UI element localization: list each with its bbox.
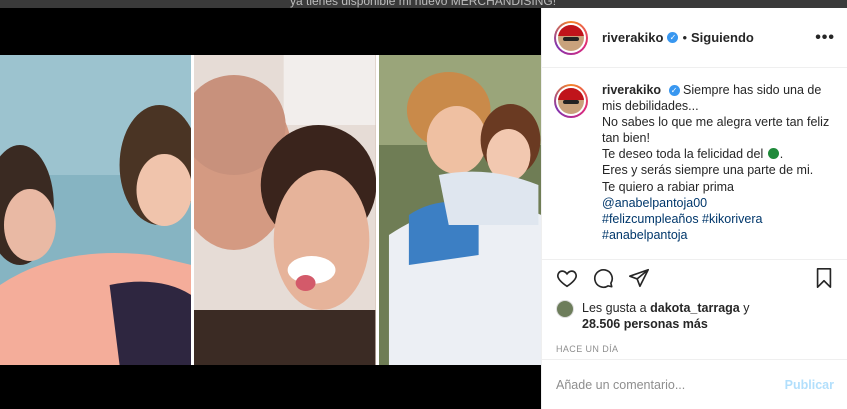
post-media: [0, 8, 541, 409]
caption-line-4: Eres y serás siempre una parte de mi.: [602, 163, 814, 178]
mention-link[interactable]: @anabelpantoja00: [602, 195, 830, 211]
post-header: riverakiko ✓ • Siguiendo •••: [542, 8, 847, 68]
author-username[interactable]: riverakiko: [602, 30, 663, 45]
caption-verified-badge-icon: ✓: [668, 85, 680, 96]
liker-avatar[interactable]: [556, 300, 574, 318]
post-timestamp[interactable]: HACE UN DÍA: [542, 332, 847, 354]
heart-icon[interactable]: [556, 267, 578, 294]
caption-line-2: No sabes lo que me alegra verte tan feli…: [602, 115, 830, 146]
likes-text: Les gusta a dakota_tarraga y 28.506 pers…: [582, 301, 750, 332]
photo-children-vintage: [0, 55, 192, 365]
hashtag-links-2[interactable]: #anabelpantoja: [602, 227, 830, 243]
photo-children-hug: [378, 55, 541, 365]
photo-adults-selfie: [194, 55, 376, 365]
verified-badge-icon: ✓: [667, 32, 679, 43]
caption-username[interactable]: riverakiko: [602, 83, 661, 97]
background-page: ya tienes disponible mi nuevo MERCHANDIS…: [0, 0, 847, 8]
separator-dot: •: [682, 30, 687, 45]
likes-summary: Les gusta a dakota_tarraga y 28.506 pers…: [542, 300, 847, 332]
caption-author-avatar[interactable]: [554, 84, 588, 118]
caption-section: riverakiko ✓ Siempre has sido una de mis…: [542, 68, 847, 260]
caption-line-5: Te quiero a rabiar prima: [602, 179, 735, 194]
more-options-icon[interactable]: •••: [815, 29, 835, 47]
author-avatar[interactable]: [554, 20, 588, 55]
share-icon[interactable]: [628, 267, 650, 294]
post-actions: [542, 260, 847, 300]
caption-text: riverakiko ✓ Siempre has sido una de mis…: [602, 82, 830, 259]
comment-icon[interactable]: [592, 267, 614, 294]
likes-count[interactable]: 28.506 personas más: [582, 316, 749, 332]
post-side-panel: riverakiko ✓ • Siguiendo ••• riverakiko …: [541, 8, 847, 409]
comment-form: Publicar: [542, 359, 847, 409]
comment-input[interactable]: [556, 377, 785, 392]
following-button[interactable]: Siguiendo: [691, 30, 754, 45]
background-text: ya tienes disponible mi nuevo MERCHANDIS…: [290, 0, 557, 8]
liker-username[interactable]: dakota_tarraga: [650, 301, 740, 315]
hashtag-links-1[interactable]: #felizcumpleaños #kikorivera: [602, 211, 830, 227]
caption-line-3: Te deseo toda la felicidad del .: [602, 147, 784, 162]
publish-button[interactable]: Publicar: [785, 378, 834, 392]
photo-collage: [0, 55, 541, 365]
green-circle-emoji-icon: [767, 148, 779, 160]
bookmark-icon[interactable]: [813, 267, 835, 294]
